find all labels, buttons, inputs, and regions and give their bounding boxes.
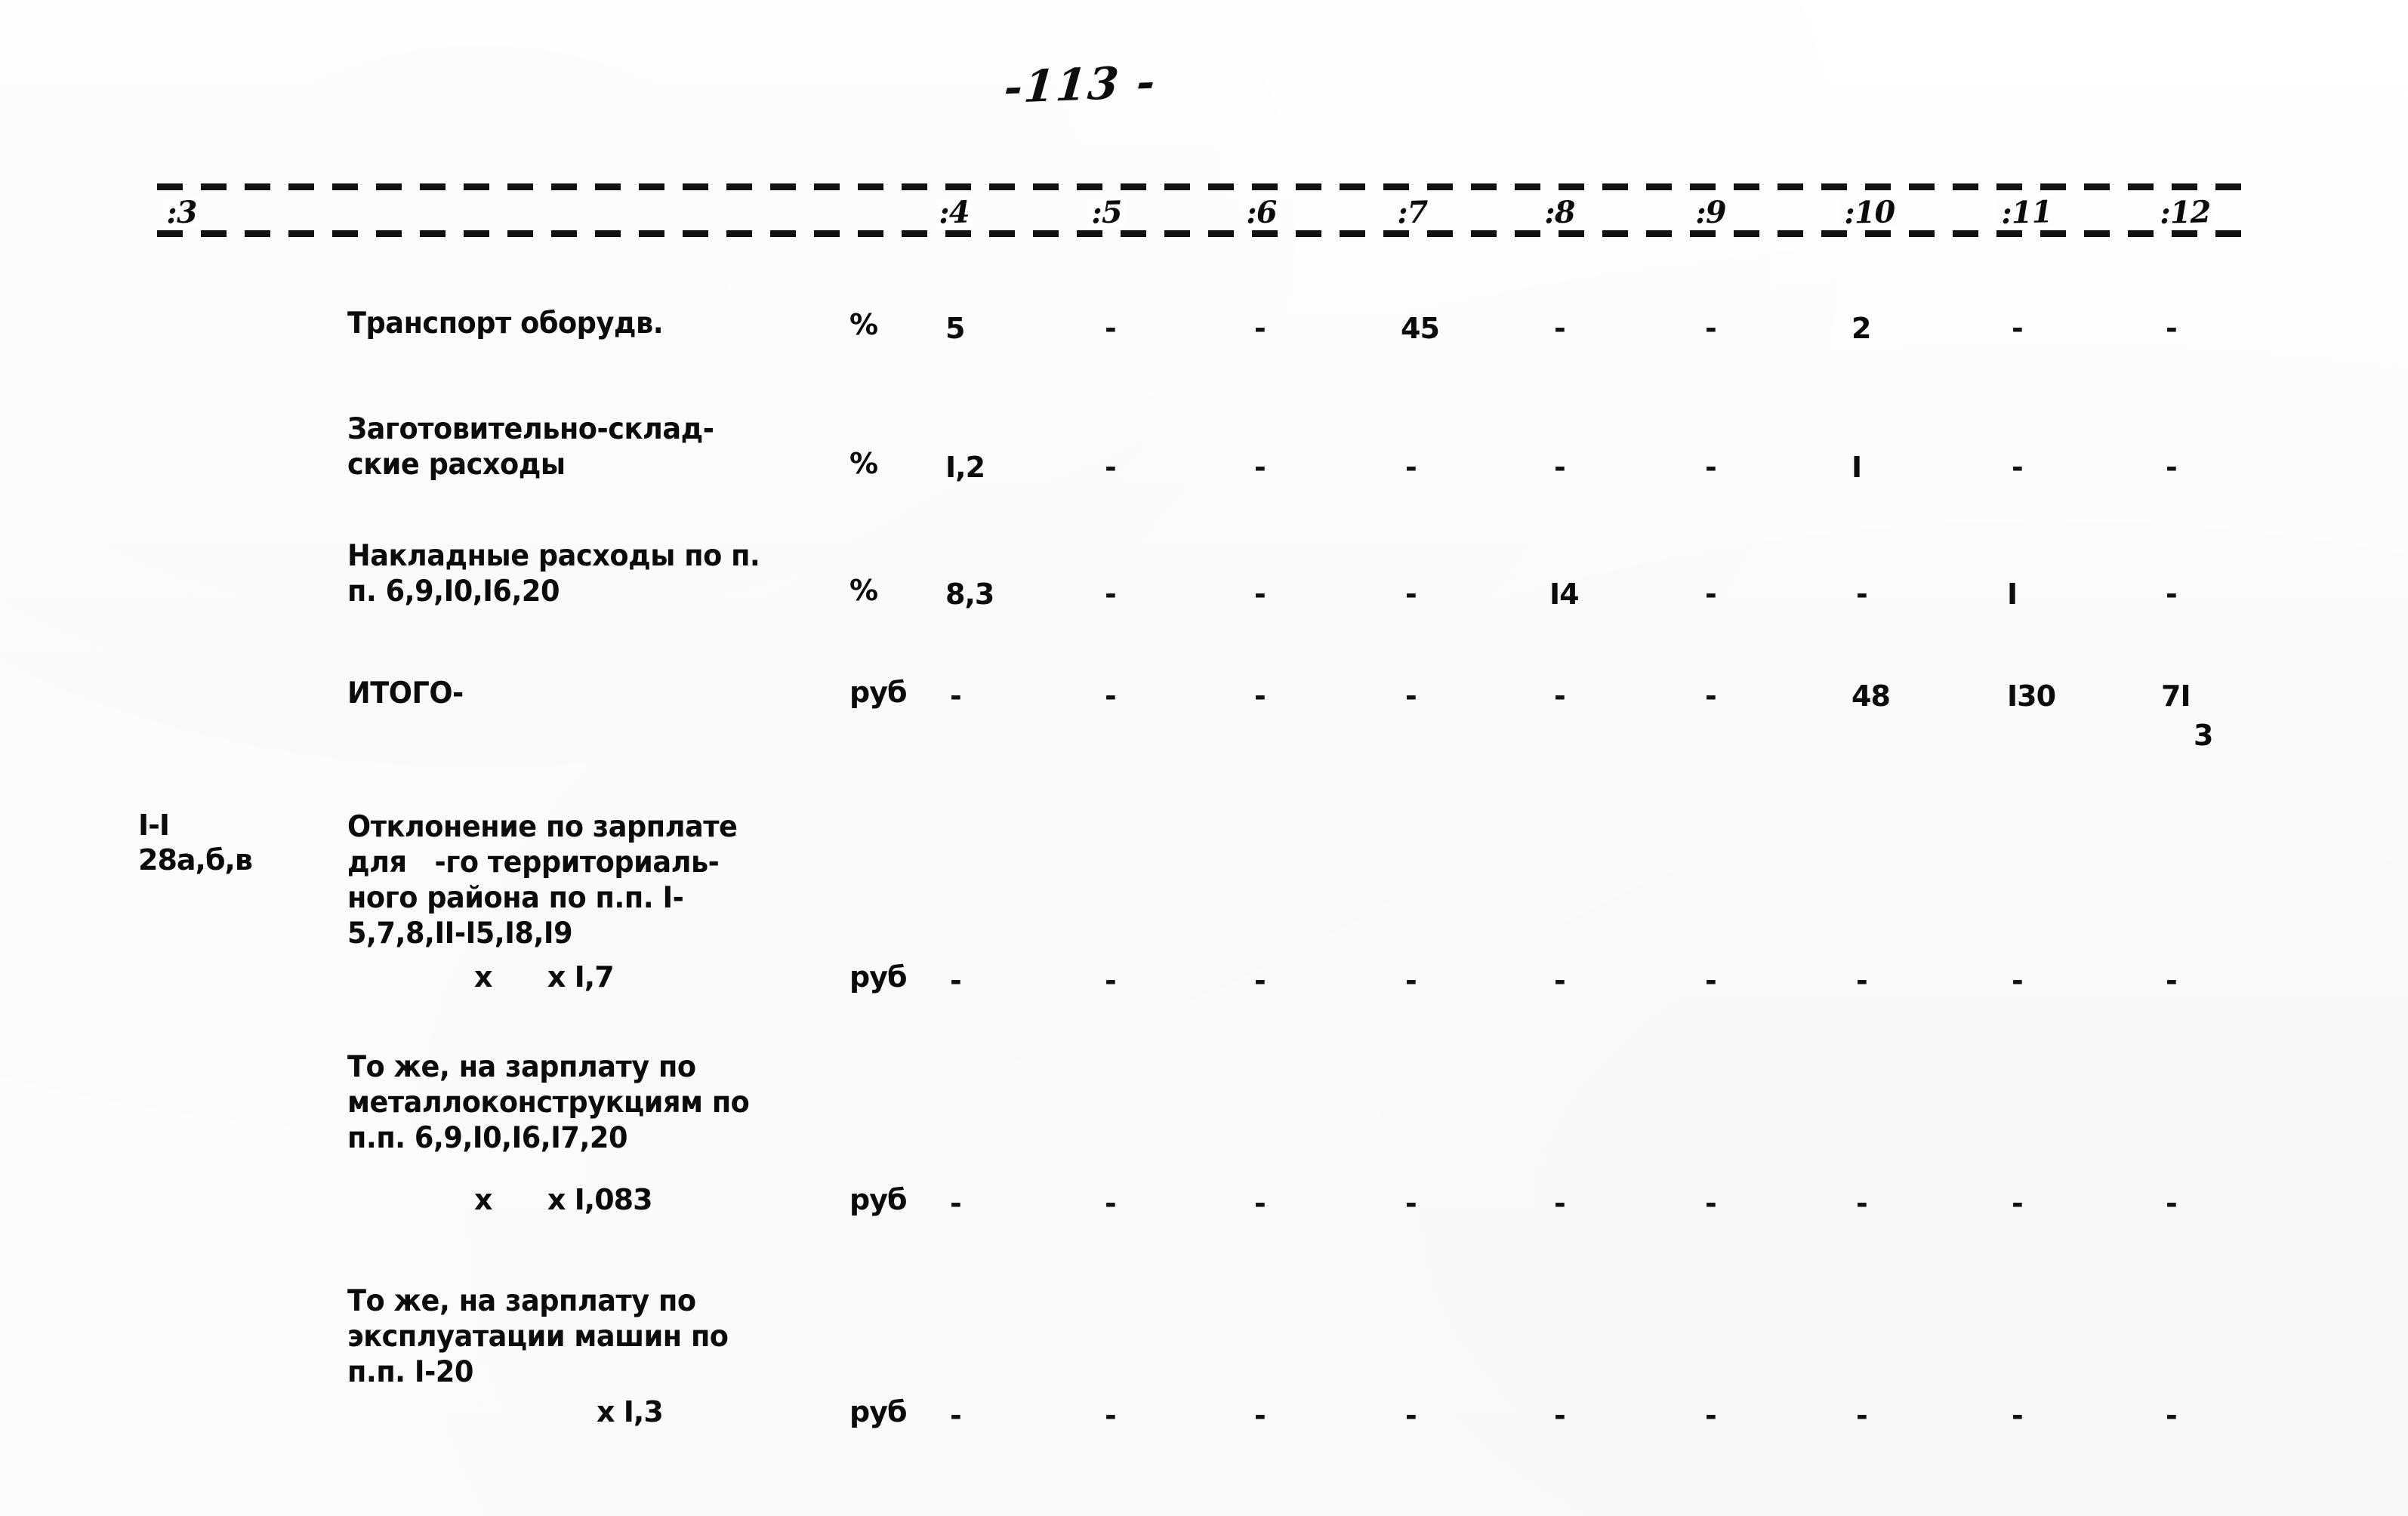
table-block-2-c9-empty-dash: -	[1705, 1399, 1717, 1432]
table-row-2-label: Накладные расходы по п. п. 6,9,I0,I6,20	[347, 539, 760, 609]
table-row-1-c12-empty-dash: -	[2166, 451, 2178, 484]
table-row-2-c6-empty-dash: -	[1254, 578, 1266, 611]
table-row-3-c6-empty-dash: -	[1254, 679, 1266, 713]
column-header-11: :11	[1996, 194, 2056, 231]
table-row-3-label: ИТОГО-	[347, 676, 464, 710]
table-row-3-c4-empty-dash: -	[950, 679, 962, 713]
table-row-1-c11-empty-dash: -	[2012, 451, 2024, 484]
table-block-1-c4-empty-dash: -	[950, 1187, 962, 1220]
column-header-7: :7	[1392, 194, 1432, 231]
table-row-3-c7-empty-dash: -	[1405, 679, 1417, 713]
table-block-1-unit: руб	[849, 1183, 908, 1216]
table-block-2-c5-empty-dash: -	[1105, 1399, 1117, 1432]
table-row-2-c10-empty-dash: -	[1856, 578, 1868, 611]
table-block-1-multiplier: х х I,083	[474, 1183, 653, 1216]
table-row-2-c12-empty-dash: -	[2166, 578, 2178, 611]
table-row-2-c8-value: I4	[1549, 578, 1580, 611]
table-block-0-unit: руб	[849, 960, 908, 994]
table-row-3-c5-empty-dash: -	[1105, 679, 1117, 713]
table-block-2-label: То же, на зарплату по эксплуатации машин…	[347, 1284, 729, 1389]
table-row-0-unit: %	[849, 308, 878, 341]
column-header-10: :10	[1839, 194, 1899, 231]
table-block-0-c4-empty-dash: -	[950, 964, 962, 997]
table-row-0-c4-value: 5	[945, 312, 965, 345]
table-block-1-c6-empty-dash: -	[1254, 1187, 1266, 1220]
table-row-3-c10-value: 48	[1851, 679, 1891, 713]
table-row-0-c8-empty-dash: -	[1554, 312, 1566, 345]
table-block-2-c12-empty-dash: -	[2166, 1399, 2178, 1432]
table-block-0-c12-empty-dash: -	[2166, 964, 2178, 997]
column-header-3: :3	[162, 194, 202, 231]
table-block-0-c11-empty-dash: -	[2012, 964, 2024, 997]
table-row-1-c9-empty-dash: -	[1705, 451, 1717, 484]
table-row-0-label: Транспорт оборудв.	[347, 307, 664, 340]
table-block-2-unit: руб	[849, 1395, 908, 1428]
table-row-1-unit: %	[849, 447, 878, 480]
table-row-1-label: Заготовительно-склад- ские расходы	[347, 412, 714, 482]
table-block-0-label: Отклонение по зарплате для -го территори…	[347, 810, 738, 951]
table-block-1-c10-empty-dash: -	[1856, 1187, 1868, 1220]
table-row-0-c12-empty-dash: -	[2166, 312, 2178, 345]
table-row-0-c6-empty-dash: -	[1254, 312, 1266, 345]
column-header-4: :4	[934, 194, 974, 231]
table-block-1-c7-empty-dash: -	[1405, 1187, 1417, 1220]
table-row-3-c12-value: 7I	[2161, 679, 2191, 713]
table-block-2-c10-empty-dash: -	[1856, 1399, 1868, 1432]
table-row-3-c9-empty-dash: -	[1705, 679, 1717, 713]
table-block-1-c9-empty-dash: -	[1705, 1187, 1717, 1220]
table-block-0-c10-empty-dash: -	[1856, 964, 1868, 997]
table-block-2-c4-empty-dash: -	[950, 1399, 962, 1432]
table-block-0-c7-empty-dash: -	[1405, 964, 1417, 997]
table-row-0-c5-empty-dash: -	[1105, 312, 1117, 345]
table-block-0-c8-empty-dash: -	[1554, 964, 1566, 997]
table-block-2-c7-empty-dash: -	[1405, 1399, 1417, 1432]
table-block-1-c5-empty-dash: -	[1105, 1187, 1117, 1220]
table-row-3-c11-value: I30	[2007, 679, 2056, 713]
page-number: -113 -	[1002, 55, 1159, 114]
table-block-2-c6-empty-dash: -	[1254, 1399, 1266, 1432]
table-block-0-c6-empty-dash: -	[1254, 964, 1266, 997]
column-header-6: :6	[1241, 194, 1281, 231]
table-row-1-c5-empty-dash: -	[1105, 451, 1117, 484]
table-row-0-c7-value: 45	[1401, 312, 1440, 345]
table-block-1-c8-empty-dash: -	[1554, 1187, 1566, 1220]
table-row-3-c8-empty-dash: -	[1554, 679, 1566, 713]
column-header-5: :5	[1087, 194, 1127, 231]
table-row-1-c8-empty-dash: -	[1554, 451, 1566, 484]
table-row-1-c4-value: I,2	[945, 451, 985, 484]
table-row-0-c11-empty-dash: -	[2012, 312, 2024, 345]
table-block-0-multiplier: х х I,7	[474, 960, 615, 994]
table-block-1-c11-empty-dash: -	[2012, 1187, 2024, 1220]
table-row-0-c9-empty-dash: -	[1705, 312, 1717, 345]
table-block-2-multiplier: х I,3	[597, 1395, 664, 1428]
table-row-1-c10-value: I	[1851, 451, 1862, 484]
table-row-3-overflow-digit: 3	[2194, 719, 2214, 752]
table-block-0-code: I-I 28а,б,в	[138, 809, 253, 877]
table-bottom-dashed-rule	[157, 230, 2249, 237]
table-block-1-label: То же, на зарплату по металлоконструкция…	[347, 1050, 750, 1155]
table-row-0-c10-value: 2	[1851, 312, 1871, 345]
table-row-1-c6-empty-dash: -	[1254, 451, 1266, 484]
column-header-9: :9	[1691, 194, 1731, 231]
table-row-1-c7-empty-dash: -	[1405, 451, 1417, 484]
table-block-1-c12-empty-dash: -	[2166, 1187, 2178, 1220]
table-row-2-c9-empty-dash: -	[1705, 578, 1717, 611]
table-block-0-c5-empty-dash: -	[1105, 964, 1117, 997]
document-page: -113 - :3 :4 :5 :6 :7 :8 :9 :10 :11 :12 Транспорт…	[0, 0, 2408, 1516]
table-top-dashed-rule	[157, 183, 2249, 190]
table-row-2-c11-value: I	[2007, 578, 2018, 611]
table-row-2-unit: %	[849, 574, 878, 607]
table-block-2-c8-empty-dash: -	[1554, 1399, 1566, 1432]
table-row-2-c7-empty-dash: -	[1405, 578, 1417, 611]
table-row-2-c4-value: 8,3	[945, 578, 994, 611]
table-block-2-c11-empty-dash: -	[2012, 1399, 2024, 1432]
column-header-8: :8	[1540, 194, 1580, 231]
column-header-12: :12	[2155, 194, 2215, 231]
table-row-3-unit: руб	[849, 676, 908, 709]
table-block-0-c9-empty-dash: -	[1705, 964, 1717, 997]
table-row-2-c5-empty-dash: -	[1105, 578, 1117, 611]
